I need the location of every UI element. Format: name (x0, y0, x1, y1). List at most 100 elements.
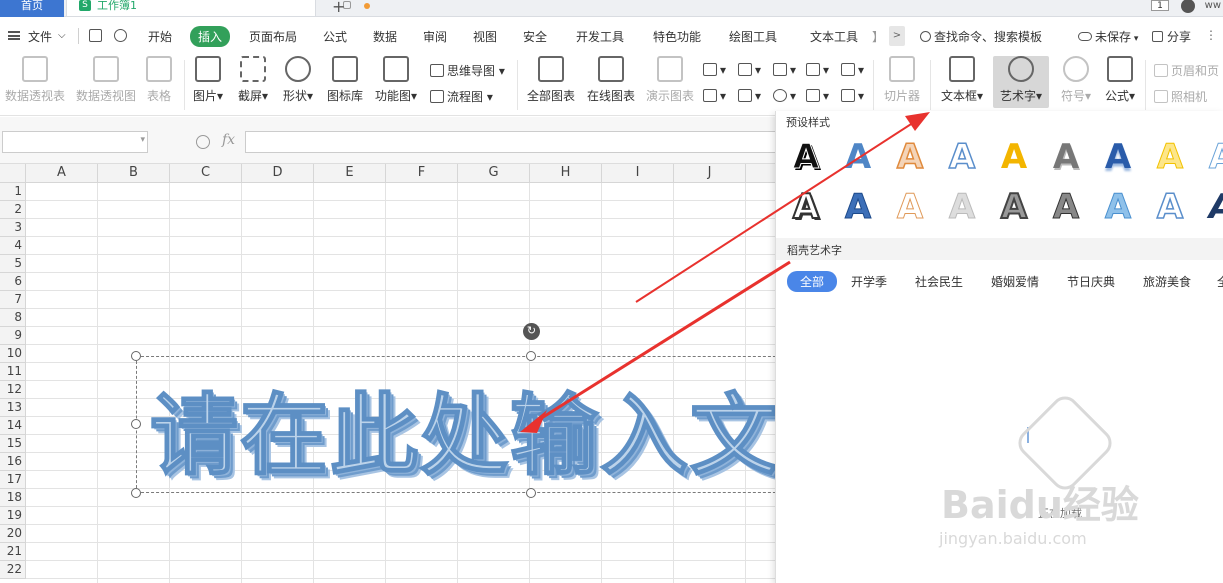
column-header-a[interactable]: A (26, 164, 98, 183)
category-more[interactable]: 全 (1217, 273, 1223, 290)
textbox-button[interactable]: 文本框▾ (939, 56, 985, 104)
preset-style-8[interactable]: A (1150, 137, 1190, 178)
search-command[interactable]: 查找命令、搜索模板 (920, 28, 1042, 45)
icon-library-button[interactable]: 图标库 (327, 56, 363, 104)
picture-button[interactable]: 图片▾ (191, 56, 225, 104)
workbook-tab[interactable]: S 工作簿1 (66, 0, 370, 17)
row-header-13[interactable]: 13 (0, 399, 26, 417)
menu-page-layout[interactable]: 页面布局 (249, 28, 297, 45)
row-header-1[interactable]: 1 (0, 183, 26, 201)
resize-handle-top-middle[interactable] (526, 351, 536, 361)
formula-button[interactable]: 公式▾ (1101, 56, 1139, 104)
all-charts-button[interactable]: 全部图表 (525, 56, 577, 104)
function-icon[interactable]: fx (222, 132, 235, 148)
chevron-down-icon[interactable]: ⌵ (58, 30, 66, 41)
row-header-16[interactable]: 16 (0, 453, 26, 471)
category-festival[interactable]: 节日庆典 (1067, 273, 1115, 290)
share-button[interactable]: 分享 (1152, 28, 1191, 45)
preset-style-17[interactable]: A (1150, 186, 1190, 228)
row-header-18[interactable]: 18 (0, 489, 26, 507)
menu-view[interactable]: 视图 (473, 28, 497, 45)
line-chart-icon[interactable]: ▾ (773, 63, 796, 77)
name-box[interactable] (2, 131, 148, 153)
preset-style-18[interactable]: A (1202, 187, 1223, 227)
shape-button[interactable]: 形状▾ (281, 56, 315, 104)
category-all[interactable]: 全部 (787, 271, 838, 292)
row-header-7[interactable]: 7 (0, 291, 26, 309)
row-header-12[interactable]: 12 (0, 381, 26, 399)
camera-button[interactable]: 照相机 (1154, 88, 1207, 105)
combo-chart-icon[interactable]: ▾ (841, 89, 864, 103)
column-header-h[interactable]: H (530, 164, 602, 183)
unsaved-status[interactable]: 未保存 ▾ (1078, 28, 1138, 45)
row-header-4[interactable]: 4 (0, 237, 26, 255)
radar-chart-icon[interactable]: ▾ (806, 63, 829, 77)
bar-chart-type-icon[interactable]: ▾ (738, 63, 761, 77)
resize-handle-top-left[interactable] (131, 351, 141, 361)
pivot-table-button[interactable]: 数据透视表 (4, 56, 66, 104)
menu-insert[interactable]: 插入 (190, 26, 231, 47)
mindmap-button[interactable]: 思维导图 ▾ (430, 62, 505, 79)
online-charts-button[interactable]: 在线图表 (585, 56, 637, 104)
avatar[interactable] (1181, 0, 1195, 13)
new-tab-button[interactable]: + (332, 0, 345, 16)
map-chart-icon[interactable]: ▾ (703, 89, 726, 103)
file-menu[interactable]: 文件 (28, 28, 52, 45)
slicer-button[interactable]: 切片器 (882, 56, 922, 104)
home-tab[interactable]: 首页 (0, 0, 64, 17)
rotate-handle-icon[interactable]: ↻ (523, 323, 540, 340)
preset-style-9[interactable]: A (1202, 137, 1223, 178)
row-header-11[interactable]: 11 (0, 363, 26, 381)
preset-style-7[interactable]: A (1098, 137, 1138, 177)
preset-style-6[interactable]: A (1046, 137, 1086, 177)
table-button[interactable]: 表格 (146, 56, 172, 104)
header-footer-button[interactable]: 页眉和页 (1154, 62, 1219, 79)
preset-style-2[interactable]: A (838, 137, 878, 177)
more-options-icon[interactable]: ⋮ (1205, 28, 1217, 42)
menu-start[interactable]: 开始 (148, 28, 172, 45)
category-travel-food[interactable]: 旅游美食 (1143, 273, 1191, 290)
column-header-c[interactable]: C (170, 164, 242, 183)
category-love[interactable]: 婚姻爱情 (991, 273, 1039, 290)
pivot-chart-button[interactable]: 数据透视图 (75, 56, 137, 104)
resize-handle-middle-left[interactable] (131, 419, 141, 429)
area-chart-icon[interactable]: ▾ (841, 63, 864, 77)
menu-data[interactable]: 数据 (373, 28, 397, 45)
flowchart-button[interactable]: 流程图 ▾ (430, 88, 493, 105)
menu-security[interactable]: 安全 (523, 28, 547, 45)
preset-style-1[interactable]: A (786, 137, 826, 178)
row-header-17[interactable]: 17 (0, 471, 26, 489)
menu-developer[interactable]: 开发工具 (576, 28, 624, 45)
menu-drawing-tools[interactable]: 绘图工具 (729, 28, 777, 45)
row-header-19[interactable]: 19 (0, 507, 26, 525)
column-header-b[interactable]: B (98, 164, 170, 183)
row-header-14[interactable]: 14 (0, 417, 26, 435)
screenshot-button[interactable]: 截屏▾ (236, 56, 270, 104)
user-name[interactable]: ww (1205, 0, 1221, 11)
row-header-22[interactable]: 22 (0, 561, 26, 579)
preset-style-14[interactable]: A (994, 186, 1034, 228)
preset-style-5[interactable]: A (994, 137, 1034, 177)
save-icon[interactable] (89, 29, 102, 42)
scatter-chart-icon[interactable]: ▾ (806, 89, 829, 103)
row-header-21[interactable]: 21 (0, 543, 26, 561)
preset-style-11[interactable]: A (838, 187, 878, 228)
column-chart-icon[interactable]: ▾ (703, 63, 726, 77)
row-header-5[interactable]: 5 (0, 255, 26, 273)
function-chart-button[interactable]: 功能图▾ (374, 56, 418, 104)
wordart-button[interactable]: 艺术字▾ (993, 56, 1049, 108)
preset-style-15[interactable]: A (1046, 187, 1086, 228)
row-header-8[interactable]: 8 (0, 309, 26, 327)
formula-input[interactable] (245, 131, 805, 153)
demo-chart-button[interactable]: 演示图表 (644, 56, 696, 104)
preset-style-12[interactable]: A (890, 187, 930, 228)
column-header-g[interactable]: G (458, 164, 530, 183)
hamburger-menu-icon[interactable] (8, 31, 20, 40)
column-header-i[interactable]: I (602, 164, 674, 183)
column-header-d[interactable]: D (242, 164, 314, 183)
select-all-corner[interactable] (0, 164, 26, 183)
resize-handle-bottom-left[interactable] (131, 488, 141, 498)
zoom-icon[interactable] (196, 135, 210, 149)
format-painter-icon[interactable] (114, 29, 127, 42)
row-header-20[interactable]: 20 (0, 525, 26, 543)
